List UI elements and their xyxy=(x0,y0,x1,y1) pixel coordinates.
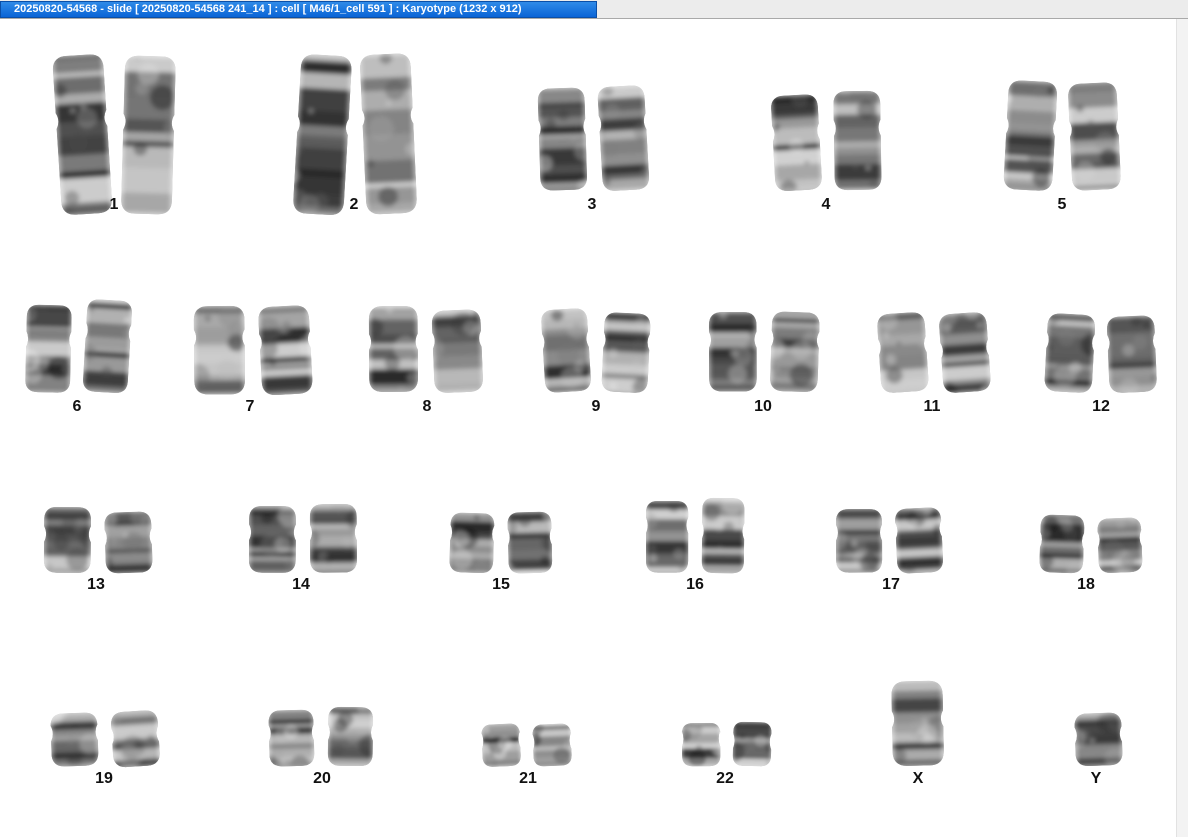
pair-label-y: Y xyxy=(1090,770,1102,787)
chromosome-image[interactable] xyxy=(892,505,945,576)
chromosome-image[interactable] xyxy=(599,310,653,395)
chromosome-pair-x[interactable] xyxy=(885,679,950,768)
chromosome-pair-22[interactable] xyxy=(673,718,781,768)
chromosome-pair-1[interactable] xyxy=(45,46,185,216)
chromosome-pair-15[interactable] xyxy=(440,507,562,575)
chromosome-image[interactable] xyxy=(699,496,746,576)
chromosome-pair-21[interactable] xyxy=(473,720,581,768)
chromosome-image[interactable] xyxy=(707,310,759,394)
chromosome-image[interactable] xyxy=(834,507,884,575)
chromosome-pair-18[interactable] xyxy=(1030,513,1152,575)
chromosome-image[interactable] xyxy=(50,51,115,217)
pair-label-4: 4 xyxy=(821,196,831,213)
chromosome-image[interactable] xyxy=(680,721,723,769)
chromosome-image[interactable] xyxy=(831,89,883,193)
chromosome-pair-2[interactable] xyxy=(285,48,425,216)
chromosome-image[interactable] xyxy=(1072,710,1125,768)
chromosome-image[interactable] xyxy=(538,306,593,396)
chromosome-pair-6[interactable] xyxy=(15,297,140,394)
pair-label-5: 5 xyxy=(1057,196,1067,213)
pair-label-14: 14 xyxy=(292,576,310,593)
chromosome-image[interactable] xyxy=(367,304,420,394)
chromosome-image[interactable] xyxy=(247,504,298,575)
pair-label-18: 18 xyxy=(1077,576,1095,593)
chromosome-pair-13[interactable] xyxy=(33,505,163,575)
chromosome-image[interactable] xyxy=(1105,313,1160,395)
chromosome-image[interactable] xyxy=(936,309,993,395)
chromosome-image[interactable] xyxy=(1001,78,1060,194)
chromosome-image[interactable] xyxy=(1065,80,1123,193)
pair-label-11: 11 xyxy=(923,398,941,415)
chromosome-image[interactable] xyxy=(255,302,315,397)
chromosome-image[interactable] xyxy=(889,679,946,769)
pair-label-13: 13 xyxy=(87,576,105,593)
chromosome-image[interactable] xyxy=(505,509,554,575)
chromosome-image[interactable] xyxy=(290,51,354,217)
chromosome-pair-20[interactable] xyxy=(258,704,383,768)
chromosome-image[interactable] xyxy=(42,505,93,575)
chromosome-image[interactable] xyxy=(80,296,134,395)
chromosome-image[interactable] xyxy=(768,91,824,193)
pair-label-x: X xyxy=(912,770,924,787)
chromosome-image[interactable] xyxy=(429,307,485,395)
chromosome-image[interactable] xyxy=(108,707,162,770)
chromosome-pair-11[interactable] xyxy=(868,304,1000,394)
pair-label-10: 10 xyxy=(754,398,772,415)
chromosome-pair-7[interactable] xyxy=(182,297,322,396)
vertical-scrollbar[interactable] xyxy=(1176,19,1188,837)
pair-label-1: 1 xyxy=(109,196,119,213)
pair-label-8: 8 xyxy=(422,398,432,415)
pair-label-2: 2 xyxy=(349,196,359,213)
chromosome-pair-8[interactable] xyxy=(358,302,493,394)
pair-label-20: 20 xyxy=(313,770,331,787)
pair-label-9: 9 xyxy=(591,398,601,415)
chromosome-image[interactable] xyxy=(644,499,690,575)
pair-label-17: 17 xyxy=(882,576,900,593)
chromosome-image[interactable] xyxy=(1037,512,1087,575)
title-bar: 20250820-54568 - slide [ 20250820-54568 … xyxy=(0,0,1188,19)
chromosome-pair-y[interactable] xyxy=(1068,709,1128,768)
pair-label-3: 3 xyxy=(587,196,597,213)
chromosome-image[interactable] xyxy=(530,721,574,769)
chromosome-image[interactable] xyxy=(325,705,375,768)
chromosome-pair-16[interactable] xyxy=(636,495,754,575)
chromosome-image[interactable] xyxy=(595,82,652,193)
chromosome-image[interactable] xyxy=(447,511,497,576)
chromosome-pair-5[interactable] xyxy=(995,78,1130,192)
chromosome-pair-3[interactable] xyxy=(528,80,658,192)
pair-label-15: 15 xyxy=(492,576,510,593)
chromosome-image[interactable] xyxy=(266,707,316,768)
chromosome-pair-17[interactable] xyxy=(825,503,953,575)
chromosome-image[interactable] xyxy=(191,303,246,396)
pair-label-21: 21 xyxy=(519,770,537,787)
chromosome-pair-12[interactable] xyxy=(1035,309,1167,394)
chromosome-image[interactable] xyxy=(118,53,177,216)
pair-label-22: 22 xyxy=(716,770,734,787)
chromosome-image[interactable] xyxy=(479,721,523,769)
chromosome-image[interactable] xyxy=(768,310,822,395)
chromosome-image[interactable] xyxy=(23,302,74,394)
chromosome-pair-19[interactable] xyxy=(40,708,170,768)
chromosome-image[interactable] xyxy=(1042,311,1098,396)
chromosome-image[interactable] xyxy=(731,720,774,769)
chromosome-image[interactable] xyxy=(874,309,931,395)
chromosome-image[interactable] xyxy=(535,85,589,193)
chromosome-image[interactable] xyxy=(1095,516,1145,576)
pair-label-19: 19 xyxy=(95,770,113,787)
pair-label-6: 6 xyxy=(72,398,82,415)
chromosome-image[interactable] xyxy=(102,509,155,575)
pair-label-16: 16 xyxy=(686,576,704,593)
chromosome-image[interactable] xyxy=(48,710,101,769)
pair-label-12: 12 xyxy=(1092,398,1110,415)
pair-label-7: 7 xyxy=(245,398,255,415)
chromosome-pair-14[interactable] xyxy=(238,501,368,575)
window-title-tab[interactable]: 20250820-54568 - slide [ 20250820-54568 … xyxy=(0,1,597,18)
karyotype-canvas[interactable]: 1 2 3 4 5 6 7 8 9 10 11 12 13 14 15 16 1… xyxy=(0,19,1176,837)
chromosome-pair-10[interactable] xyxy=(698,307,830,394)
chromosome-image[interactable] xyxy=(308,502,359,575)
chromosome-pair-9[interactable] xyxy=(532,307,660,394)
chromosome-pair-4[interactable] xyxy=(762,84,892,192)
chromosome-image[interactable] xyxy=(357,51,419,217)
